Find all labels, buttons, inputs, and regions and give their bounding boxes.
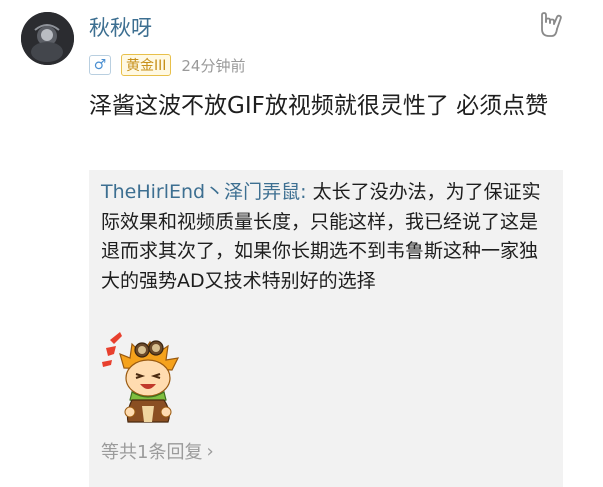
male-gender-icon: ♂ — [89, 55, 111, 75]
rank-badge: 黄金III — [121, 54, 172, 76]
comment-text: 泽酱这波不放GIF放视频就很灵性了 必须点赞 — [89, 93, 549, 119]
laughing-cartoon-boy-sticker — [102, 326, 202, 426]
more-replies-label: 等共1条回复 — [101, 442, 203, 463]
username[interactable]: 秋秋呀 — [89, 14, 152, 42]
reply-box[interactable]: TheHirlEnd丶泽门弄鼠: 太长了没办法，为了保证实际效果和视频质量长度，… — [89, 170, 563, 487]
reply-author[interactable]: TheHirlEnd丶泽门弄鼠 — [101, 181, 300, 203]
user-meta: ♂ 黄金III 24分钟前 — [89, 54, 245, 76]
rock-hand-gesture-icon[interactable] — [536, 10, 566, 40]
reply-separator: : — [300, 181, 313, 203]
view-more-replies-link[interactable]: 等共1条回复 › — [101, 438, 214, 464]
avatar[interactable] — [21, 12, 74, 65]
chevron-right-icon: › — [206, 440, 214, 462]
avatar-image — [21, 12, 74, 65]
reply-content: TheHirlEnd丶泽门弄鼠: 太长了没办法，为了保证实际效果和视频质量长度，… — [101, 178, 553, 296]
post-timestamp: 24分钟前 — [181, 56, 246, 75]
